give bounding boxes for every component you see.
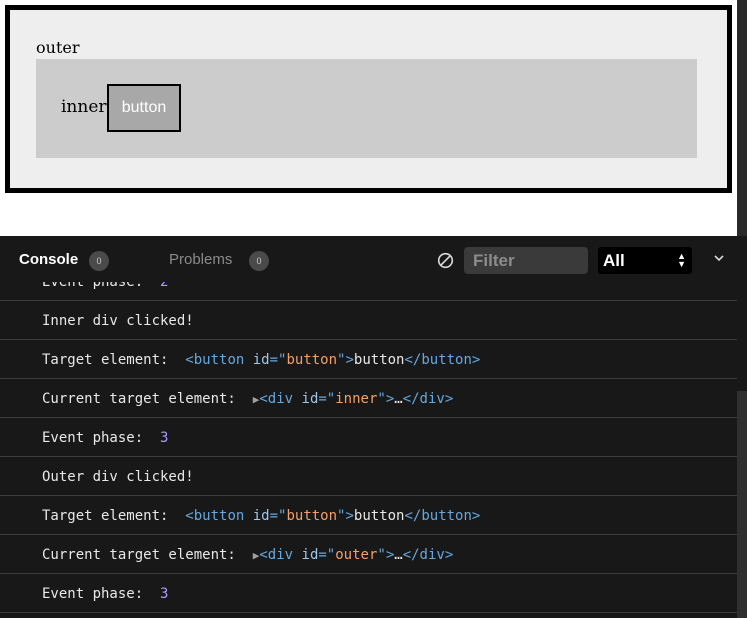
page-scrollbar[interactable] (737, 0, 747, 236)
page-preview: outer inner button (0, 0, 747, 236)
log-row: Event phase: 3 (0, 418, 737, 457)
problems-count-badge: 0 (249, 251, 269, 271)
console-log: Event phase: 2 Inner div clicked! Target… (0, 262, 737, 618)
log-message: Event phase: 3 (42, 430, 169, 446)
log-number: 3 (160, 586, 169, 602)
log-row: Target element: <button id="button">butt… (0, 496, 737, 535)
log-level-value: All (603, 251, 625, 270)
log-number: 3 (160, 430, 169, 446)
chevron-down-icon[interactable] (713, 253, 725, 263)
log-message: Target element: <button id="button">butt… (42, 508, 481, 524)
console-toolbar: Console 0 Problems 0 All ▲▼ (0, 236, 747, 282)
outer-div[interactable]: outer inner button (5, 5, 732, 193)
log-row: Event phase: 3 (0, 574, 737, 613)
inner-div[interactable]: inner button (36, 59, 697, 158)
inner-label: inner (61, 97, 107, 117)
tab-console[interactable]: Console (19, 251, 78, 268)
console-count-badge: 0 (89, 251, 109, 271)
clear-console-icon[interactable] (437, 252, 454, 269)
log-message: Inner div clicked! (42, 313, 194, 329)
devtools-panel: Event phase: 2 Inner div clicked! Target… (0, 236, 747, 618)
log-level-select[interactable]: All ▲ ▼ (598, 247, 692, 274)
log-message: Current target element: ▶<div id="outer"… (42, 547, 454, 563)
log-message: Event phase: 3 (42, 586, 169, 602)
inner-button[interactable]: button (107, 84, 181, 132)
log-row: Current target element: ▶<div id="outer"… (0, 535, 737, 574)
tab-problems[interactable]: Problems (169, 251, 232, 268)
log-row: Inner div clicked! (0, 301, 737, 340)
log-row: Target element: <button id="button">butt… (0, 340, 737, 379)
log-row: Current target element: ▶<div id="inner"… (0, 379, 737, 418)
log-message: Target element: <button id="button">butt… (42, 352, 481, 368)
console-scrollbar-thumb[interactable] (737, 391, 747, 618)
outer-label: outer (36, 38, 80, 57)
log-message: Current target element: ▶<div id="inner"… (42, 391, 454, 407)
log-message: Outer div clicked! (42, 469, 194, 485)
log-row: Outer div clicked! (0, 457, 737, 496)
select-arrows-icon: ▲ ▼ (677, 251, 686, 269)
filter-input[interactable] (464, 247, 588, 274)
